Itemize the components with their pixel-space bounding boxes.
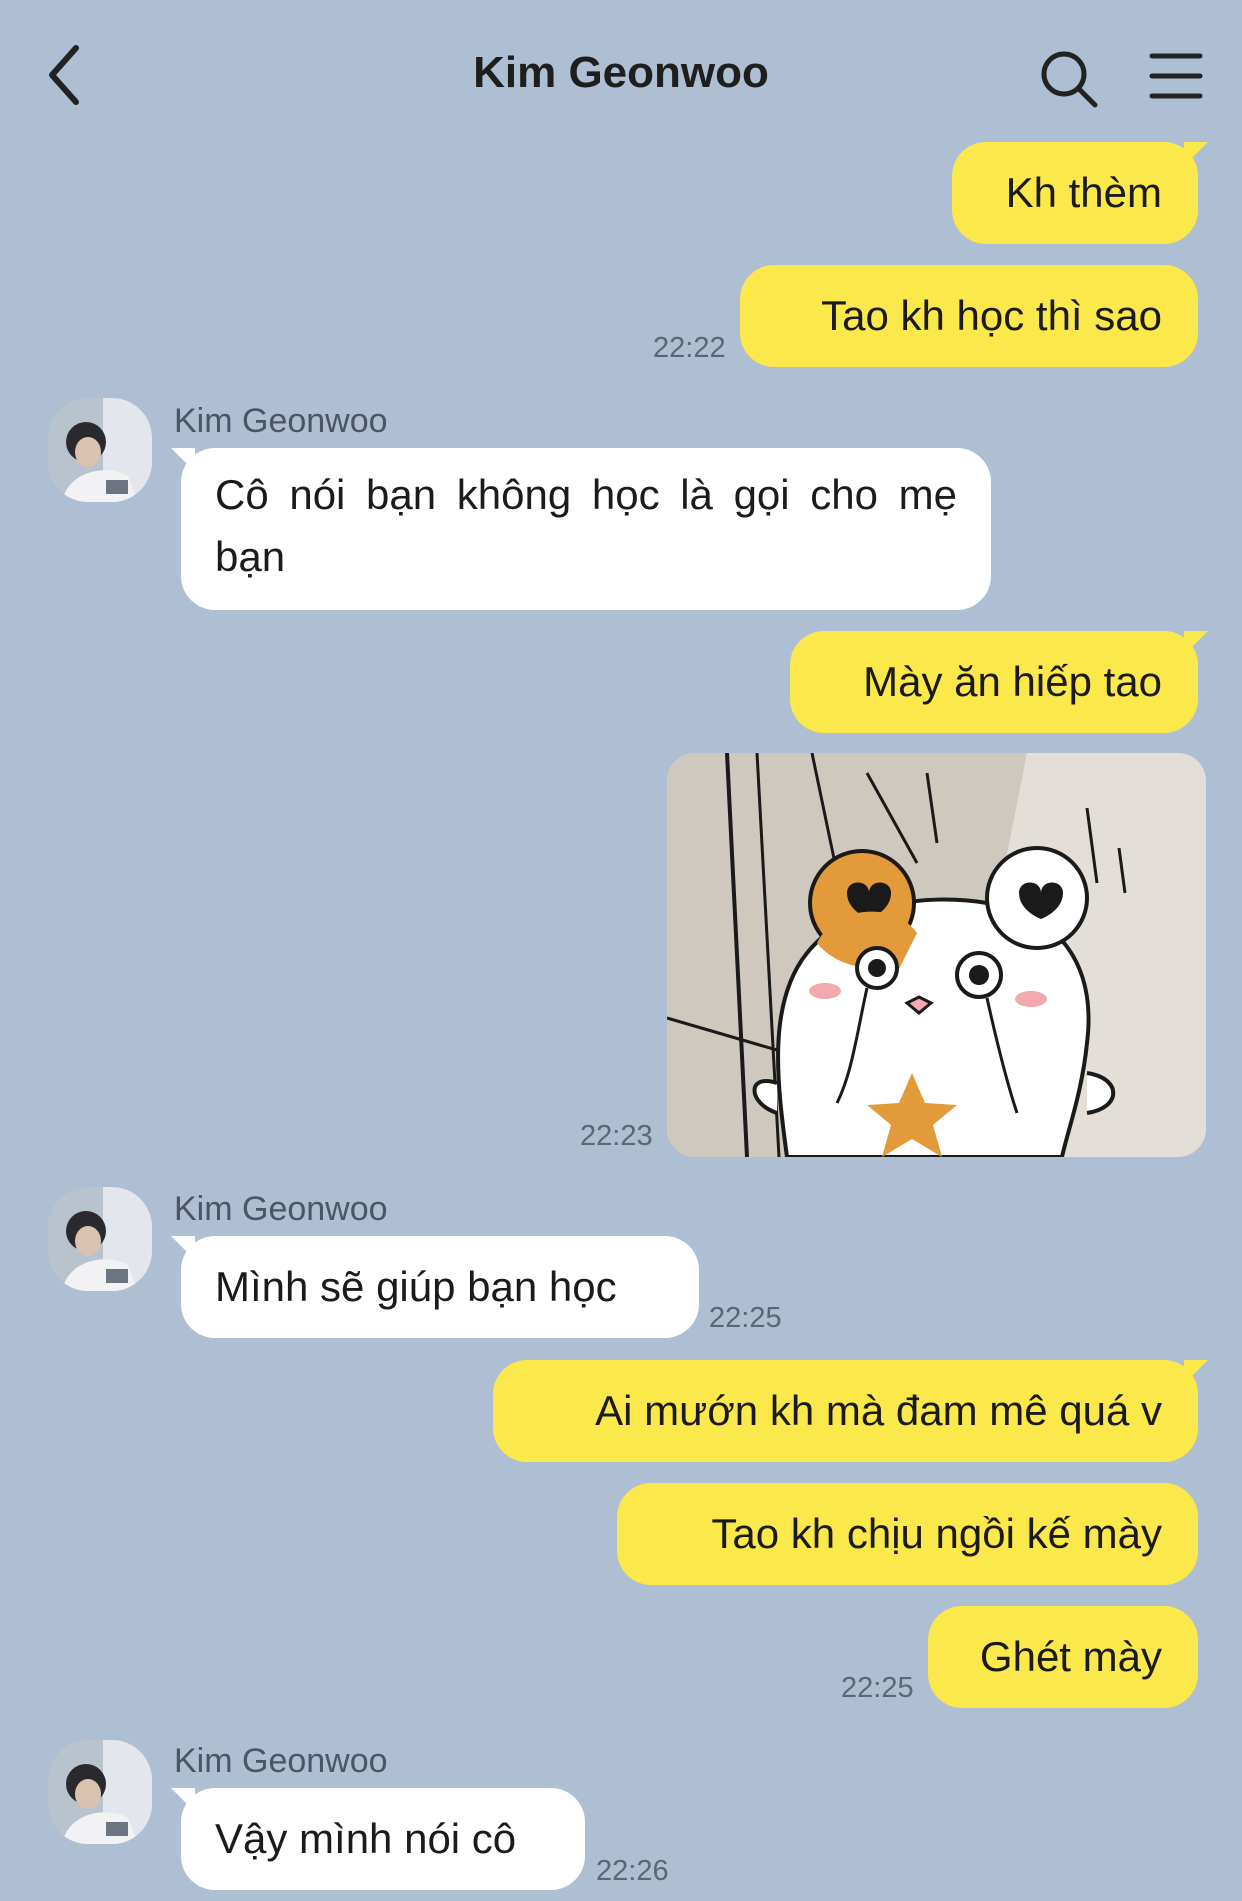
message-text: Cô nói bạn không học là gọi cho mẹ bạn [215,471,957,580]
avatar[interactable] [48,1740,152,1844]
menu-icon[interactable] [1148,50,1204,102]
sender-name: Kim Geonwoo [174,402,388,440]
sender-name: Kim Geonwoo [174,1190,388,1228]
timestamp: 22:25 [841,1672,914,1704]
sender-name: Kim Geonwoo [174,1742,388,1780]
message-text: Kh thèm [1005,169,1162,216]
timestamp: 22:25 [709,1302,782,1334]
incoming-message[interactable]: Vậy mình nói cô [171,1788,585,1890]
timestamp: 22:23 [580,1120,653,1152]
message-text: Tao kh học thì sao [821,292,1162,339]
message-text: Ai mướn kh mà đam mê quá v [595,1387,1162,1434]
message-text: Vậy mình nói cô [215,1815,517,1862]
timestamp: 22:26 [596,1855,669,1887]
timestamp: 22:22 [653,332,726,364]
outgoing-message[interactable]: Mày ăn hiếp tao [790,631,1208,733]
search-icon[interactable] [1038,48,1100,110]
message-text: Mày ăn hiếp tao [863,658,1162,705]
avatar[interactable] [48,1187,152,1291]
message-text: Ghét mày [979,1633,1162,1680]
outgoing-message[interactable]: Ghét mày [928,1606,1198,1708]
message-text: Tao kh chịu ngồi kế mày [711,1510,1162,1557]
outgoing-message[interactable]: Kh thèm [952,142,1208,244]
chat-header: Kim Geonwoo [0,0,1242,150]
avatar[interactable] [48,398,152,502]
outgoing-message[interactable]: Tao kh học thì sao [740,265,1198,367]
outgoing-message[interactable]: Ai mướn kh mà đam mê quá v [493,1360,1208,1462]
incoming-message[interactable]: Mình sẽ giúp bạn học [171,1236,699,1338]
message-text: Mình sẽ giúp bạn học [215,1263,617,1310]
outgoing-message[interactable]: Tao kh chịu ngồi kế mày [617,1483,1198,1585]
incoming-message[interactable]: Cô nói bạn không học là gọi cho mẹ bạn [171,448,991,610]
hamster-sticker[interactable] [667,753,1206,1157]
